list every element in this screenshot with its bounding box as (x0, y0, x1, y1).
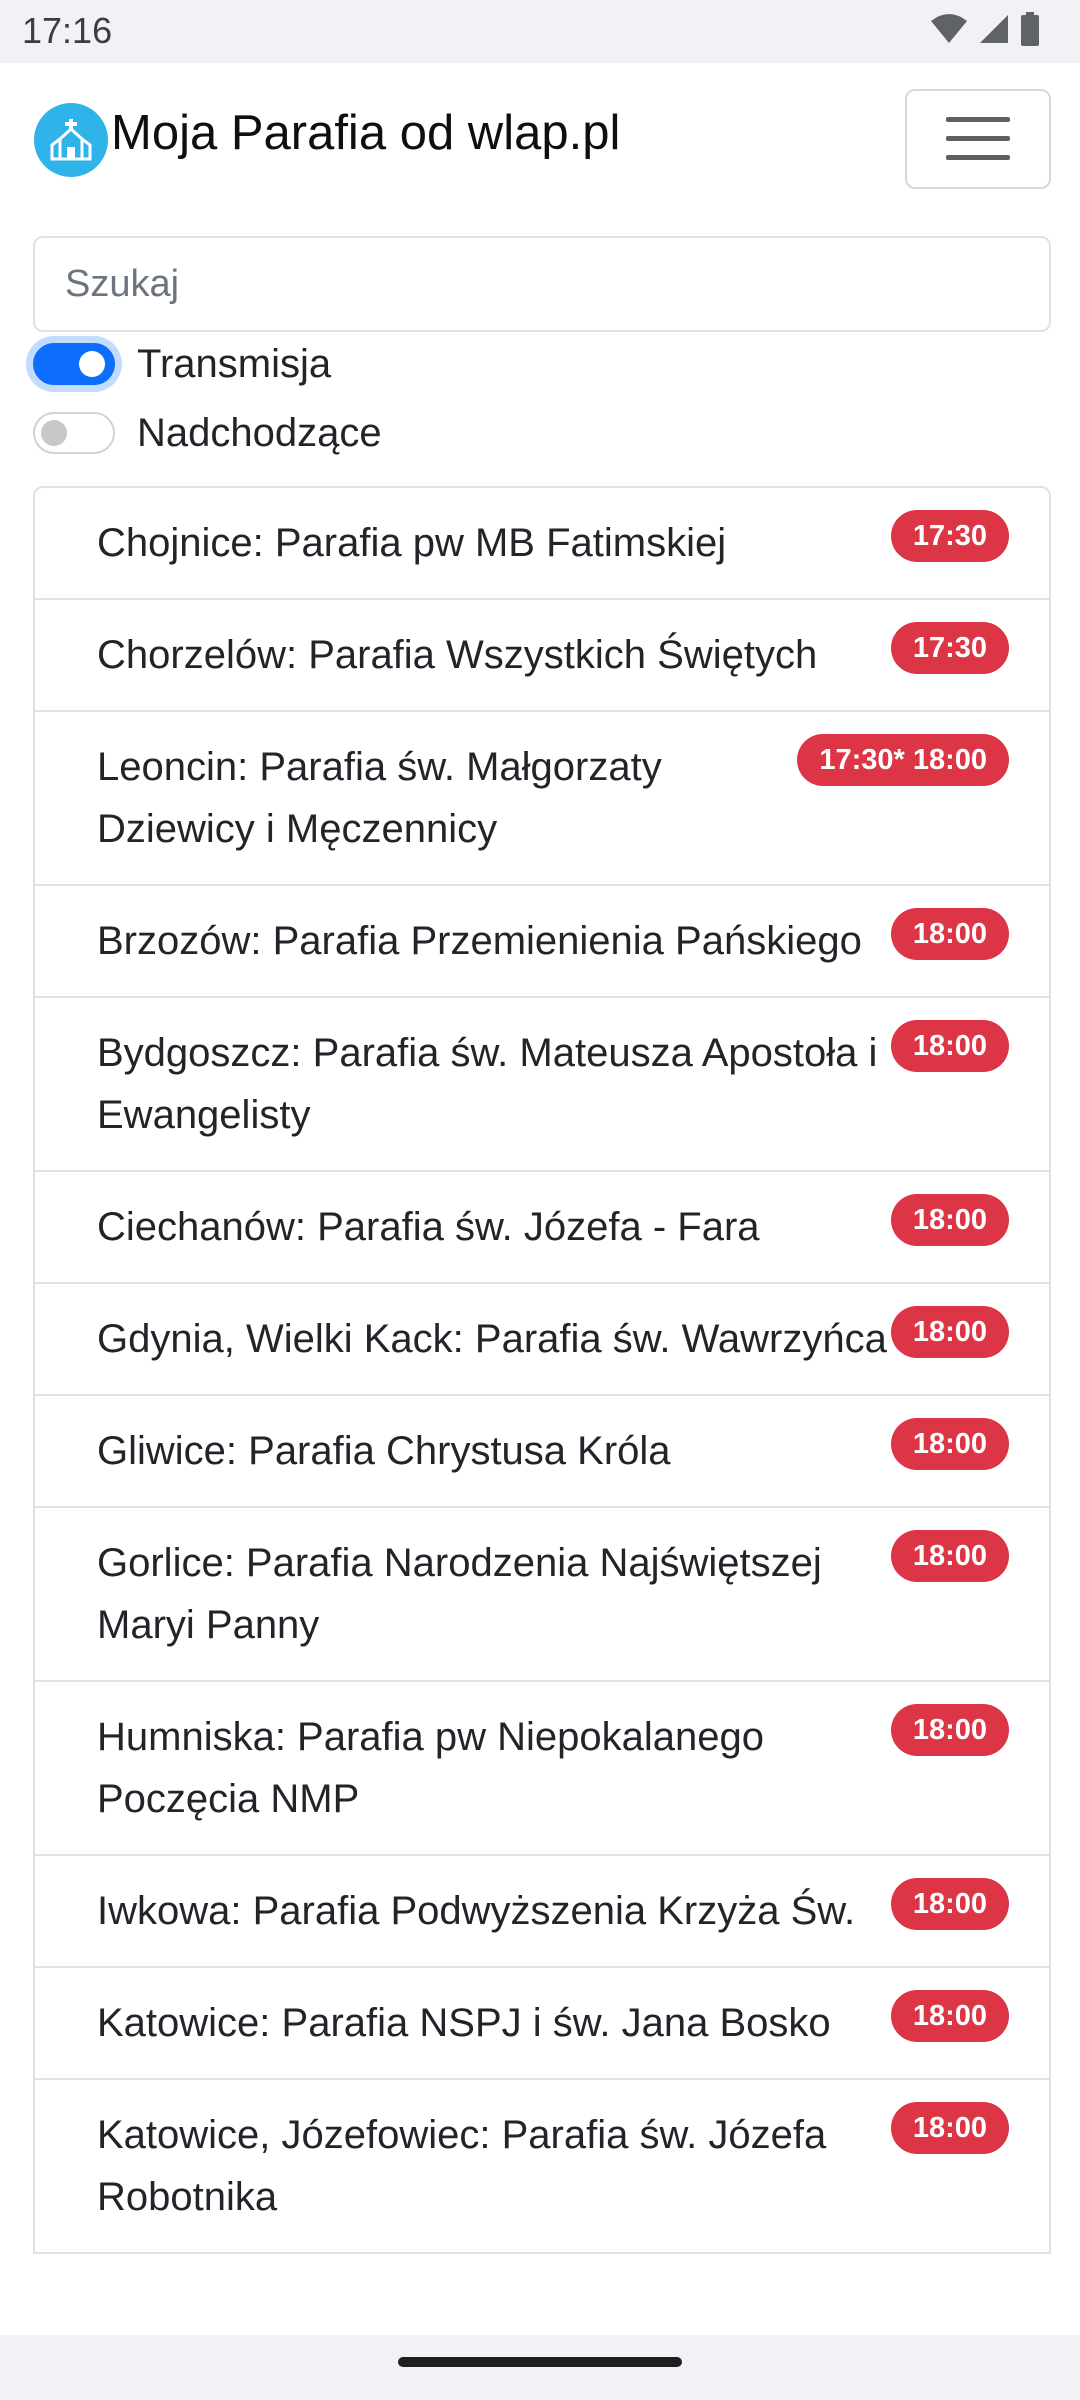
time-badge: 18:00 (890, 1306, 1009, 1358)
system-nav-bar (0, 2335, 1080, 2400)
list-item[interactable]: Ciechanów: Parafia św. Józefa - Fara 18:… (35, 1172, 1049, 1284)
parish-name: Iwkowa: Parafia Podwyższenia Krzyża Św. (97, 1889, 856, 1933)
parish-name: Gorlice: Parafia Narodzenia Najświętszej… (97, 1541, 822, 1647)
parish-name: Katowice: Parafia NSPJ i św. Jana Bosko (97, 2001, 831, 2045)
transmisja-switch-row[interactable]: Transmisja (33, 336, 331, 392)
nadchodzace-toggle[interactable] (33, 412, 115, 454)
list-item[interactable]: Chorzelów: Parafia Wszystkich Świętych 1… (35, 600, 1049, 712)
time-badge: 18:00 (890, 1194, 1009, 1246)
time-badge: 17:30* 18:00 (797, 734, 1009, 786)
wifi-icon (931, 14, 967, 43)
church-icon[interactable] (34, 103, 108, 177)
parish-name: Ciechanów: Parafia św. Józefa - Fara (97, 1205, 760, 1249)
time-badge: 18:00 (890, 2102, 1009, 2154)
parish-name: Leoncin: Parafia św. Małgorzaty Dziewicy… (97, 745, 662, 851)
time-badge: 17:30 (890, 510, 1009, 562)
time-badge: 18:00 (890, 1704, 1009, 1756)
toggle-knob (79, 351, 105, 377)
time-badge: 18:00 (890, 1878, 1009, 1930)
list-item[interactable]: Gorlice: Parafia Narodzenia Najświętszej… (35, 1508, 1049, 1682)
list-item[interactable]: Gdynia, Wielki Kack: Parafia św. Wawrzyń… (35, 1284, 1049, 1396)
transmisja-label: Transmisja (137, 341, 332, 386)
parish-name: Humniska: Parafia pw Niepokalanego Poczę… (97, 1715, 765, 1821)
list-item[interactable]: Humniska: Parafia pw Niepokalanego Poczę… (35, 1682, 1049, 1856)
battery-icon (1021, 12, 1039, 46)
brand-title[interactable]: Moja Parafia od wlap.pl (111, 105, 620, 161)
menu-button[interactable] (905, 89, 1051, 189)
nadchodzace-switch-row[interactable]: Nadchodzące (33, 405, 382, 461)
time-badge: 18:00 (890, 908, 1009, 960)
nadchodzace-label: Nadchodzące (137, 410, 382, 455)
status-bar: 17:16 (0, 0, 1080, 63)
list-item[interactable]: Iwkowa: Parafia Podwyższenia Krzyża Św. … (35, 1856, 1049, 1968)
status-time: 17:16 (22, 10, 113, 51)
list-item[interactable]: Katowice: Parafia NSPJ i św. Jana Bosko … (35, 1968, 1049, 2080)
parish-name: Katowice, Józefowiec: Parafia św. Józefa… (97, 2113, 827, 2219)
parish-name: Brzozów: Parafia Przemienienia Pańskiego (97, 919, 862, 963)
list-item[interactable]: Leoncin: Parafia św. Małgorzaty Dziewicy… (35, 712, 1049, 886)
navbar: Moja Parafia od wlap.pl (0, 63, 1080, 213)
search-input[interactable] (33, 236, 1051, 332)
status-icons (930, 12, 1040, 46)
parish-list: Chojnice: Parafia pw MB Fatimskiej 17:30… (33, 486, 1051, 2254)
transmisja-toggle[interactable] (33, 343, 115, 385)
parish-name: Gdynia, Wielki Kack: Parafia św. Wawrzyń… (97, 1317, 887, 1361)
list-item[interactable]: Gliwice: Parafia Chrystusa Króla 18:00 (35, 1396, 1049, 1508)
signal-icon (980, 15, 1008, 43)
parish-name: Chojnice: Parafia pw MB Fatimskiej (97, 521, 727, 565)
time-badge: 17:30 (890, 622, 1009, 674)
parish-name: Gliwice: Parafia Chrystusa Króla (97, 1429, 671, 1473)
time-badge: 18:00 (890, 1530, 1009, 1582)
home-indicator[interactable] (398, 2357, 682, 2367)
toggle-knob (41, 420, 67, 446)
list-item[interactable]: Chojnice: Parafia pw MB Fatimskiej 17:30 (35, 488, 1049, 600)
time-badge: 18:00 (890, 1020, 1009, 1072)
time-badge: 18:00 (890, 1418, 1009, 1470)
parish-name: Bydgoszcz: Parafia św. Mateusza Apostoła… (97, 1031, 878, 1137)
list-item[interactable]: Katowice, Józefowiec: Parafia św. Józefa… (35, 2080, 1049, 2254)
parish-name: Chorzelów: Parafia Wszystkich Świętych (97, 633, 818, 677)
time-badge: 18:00 (890, 1990, 1009, 2042)
list-item[interactable]: Bydgoszcz: Parafia św. Mateusza Apostoła… (35, 998, 1049, 1172)
list-item[interactable]: Brzozów: Parafia Przemienienia Pańskiego… (35, 886, 1049, 998)
hamburger-icon (946, 117, 1010, 161)
